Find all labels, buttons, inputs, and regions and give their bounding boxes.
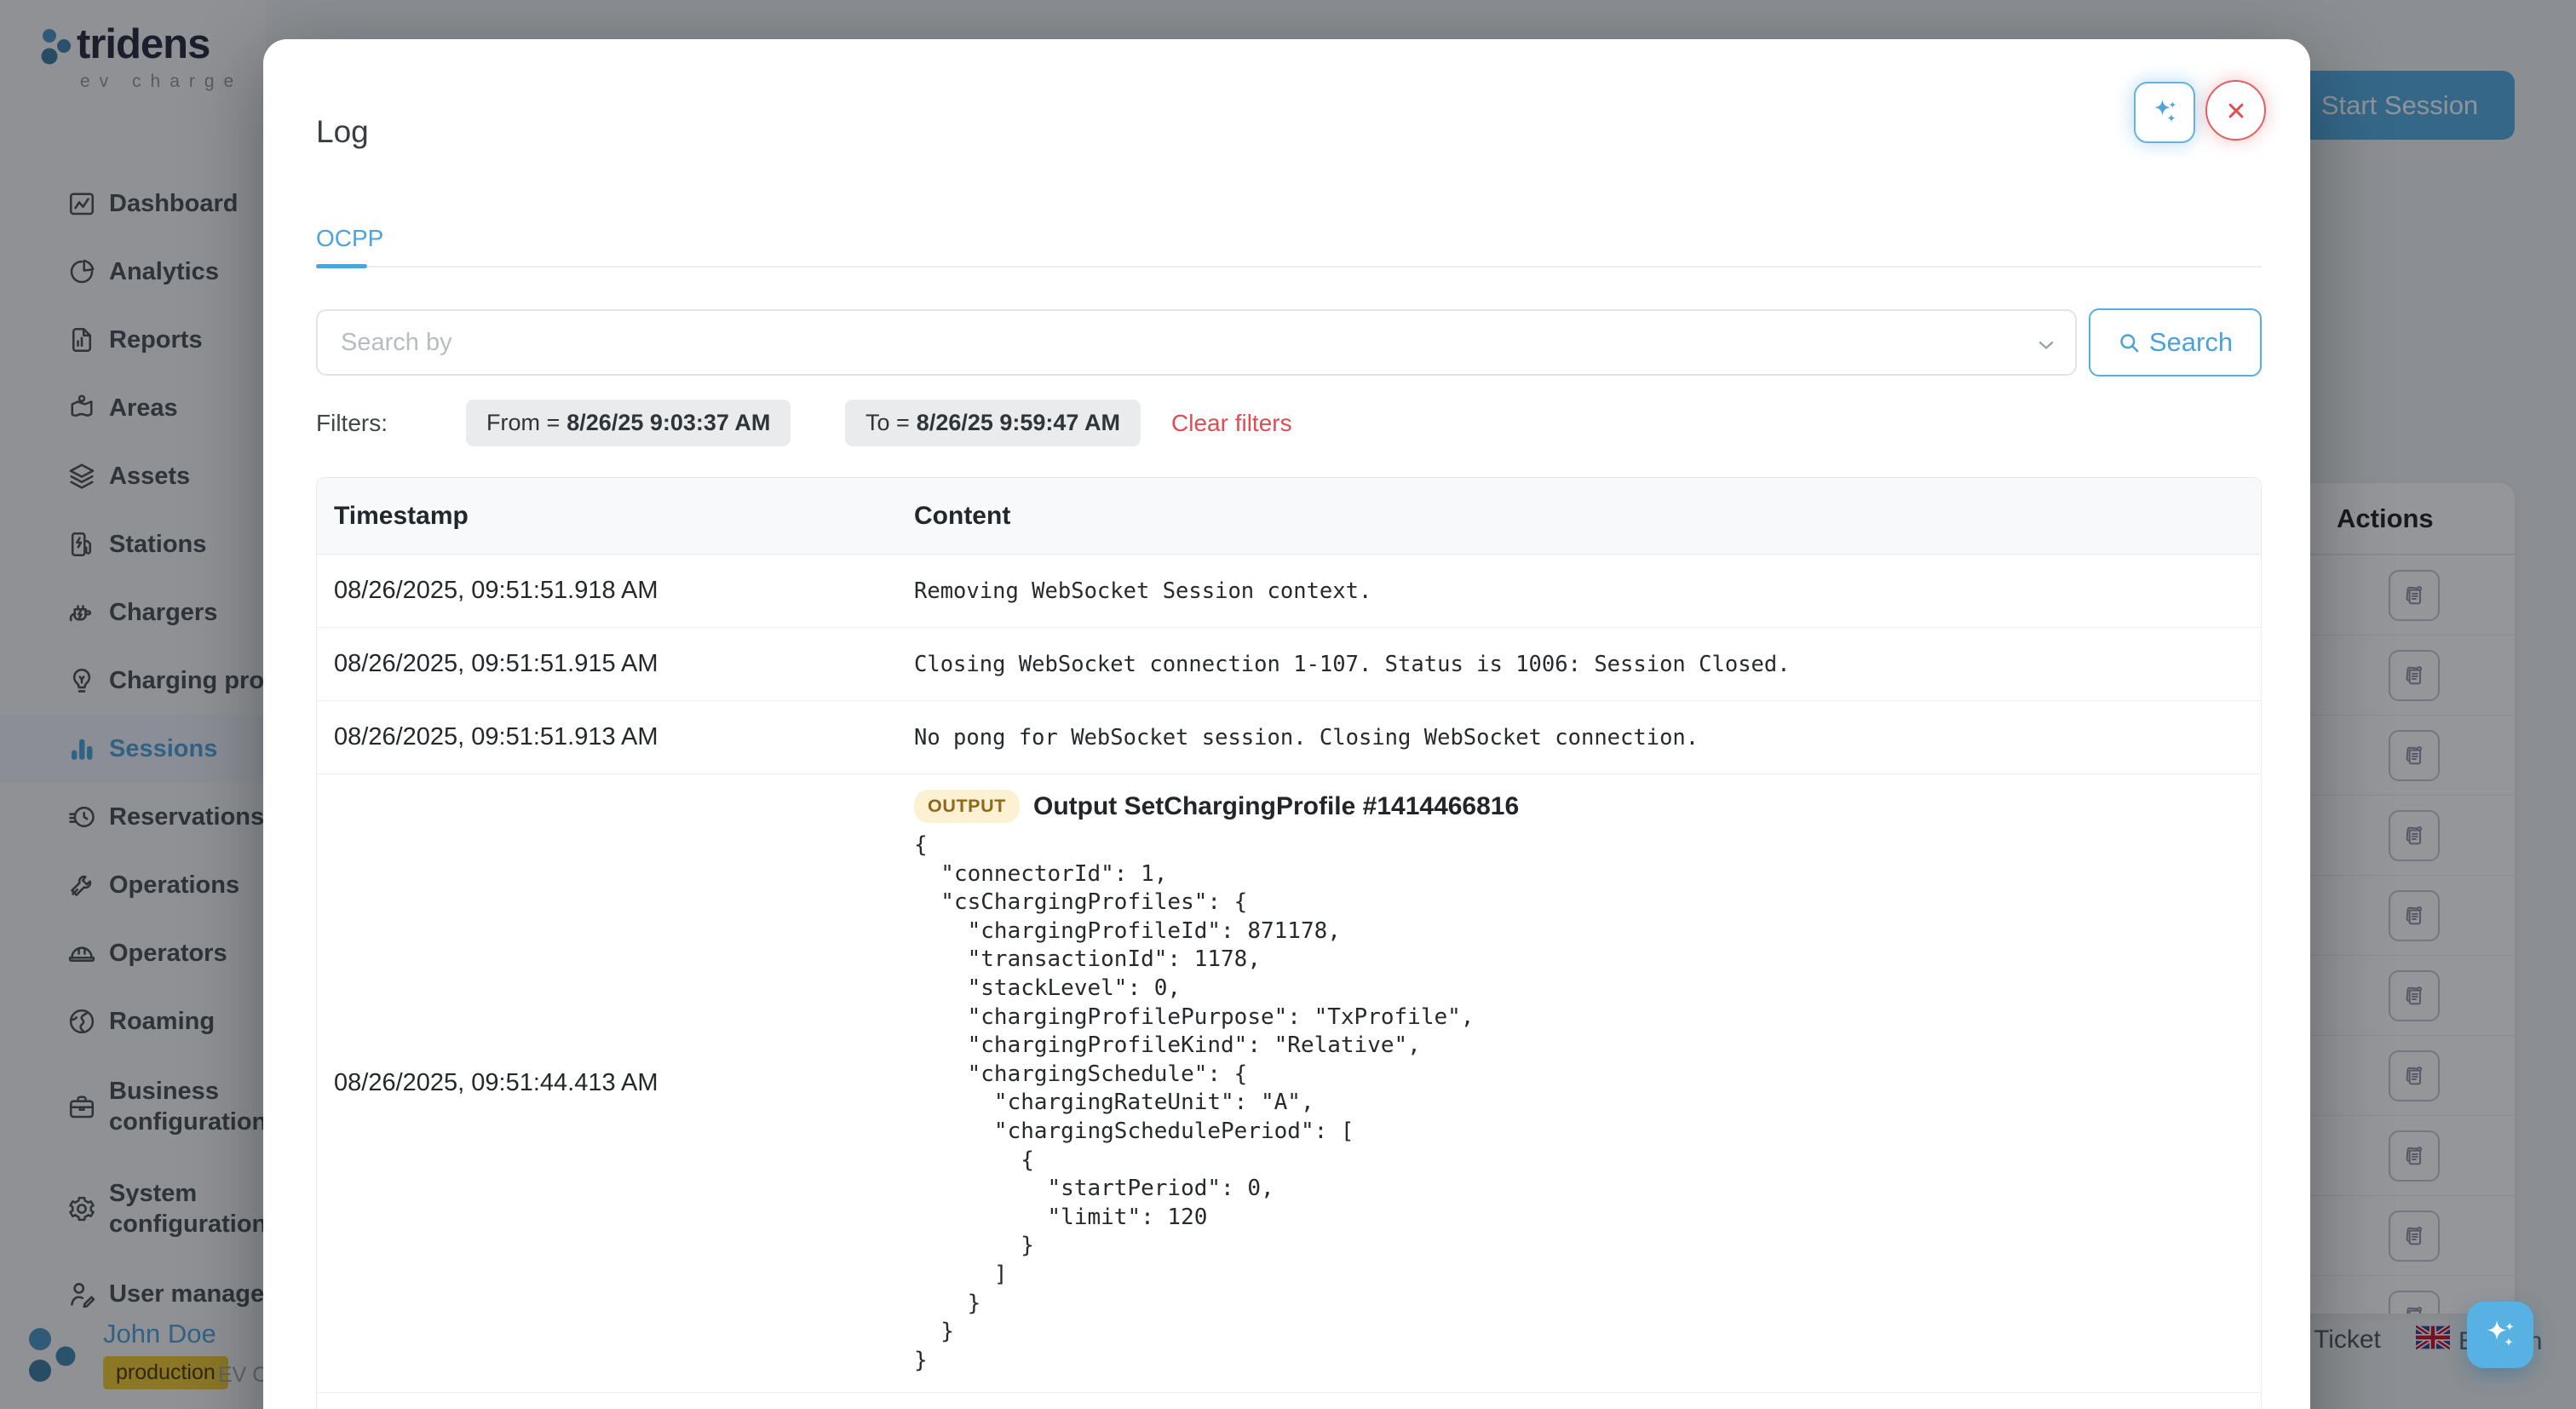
log-table-header: Timestamp Content xyxy=(317,478,2261,555)
search-button[interactable]: Search xyxy=(2089,308,2262,377)
log-modal: Log OCPP Search by Search Filter xyxy=(263,39,2310,1409)
close-icon xyxy=(2223,98,2249,124)
log-row[interactable]: 08/26/2025, 09:51:51.913 AM No pong for … xyxy=(317,701,2261,774)
column-timestamp: Timestamp xyxy=(317,502,914,531)
modal-title: Log xyxy=(316,114,369,150)
search-placeholder: Search by xyxy=(341,329,452,357)
log-table: Timestamp Content 08/26/2025, 09:51:51.9… xyxy=(316,477,2262,1409)
log-row[interactable]: 08/26/2025, 09:51:51.918 AM Removing Web… xyxy=(317,555,2261,628)
output-title: Output SetChargingProfile #1414466816 xyxy=(1033,792,1519,821)
sparkles-icon xyxy=(2481,1315,2520,1354)
filters-label: Filters: xyxy=(316,410,388,437)
search-input[interactable]: Search by xyxy=(316,309,2077,376)
close-modal-button[interactable] xyxy=(2205,80,2266,141)
screen: tridens ev charge DashboardAnalyticsRepo… xyxy=(0,0,2576,1409)
floating-assistant-button[interactable] xyxy=(2467,1302,2533,1368)
tab-ocpp[interactable]: OCPP xyxy=(316,225,383,252)
chevron-down-icon[interactable] xyxy=(2034,333,2058,357)
log-row-partial[interactable] xyxy=(317,1393,2261,1409)
filter-chip-to[interactable]: To =8/26/25 9:59:47 AM xyxy=(845,400,1141,446)
log-row-output[interactable]: 08/26/2025, 09:51:44.413 AM OUTPUT Outpu… xyxy=(317,774,2261,1393)
modal-tabs: OCPP xyxy=(316,201,2262,267)
output-badge: OUTPUT xyxy=(914,790,1020,823)
active-tab-indicator xyxy=(316,264,367,268)
clear-filters-link[interactable]: Clear filters xyxy=(1171,410,1292,437)
log-row[interactable]: 08/26/2025, 09:51:51.915 AM Closing WebS… xyxy=(317,628,2261,701)
search-icon xyxy=(2118,331,2141,354)
ai-assist-button[interactable] xyxy=(2134,82,2195,143)
column-content: Content xyxy=(914,502,2261,531)
sparkles-icon xyxy=(2148,95,2182,129)
output-json: { "connectorId": 1, "csChargingProfiles"… xyxy=(914,831,2261,1375)
filters-bar: Filters: From =8/26/25 9:03:37 AM To =8/… xyxy=(316,400,2262,446)
filter-chip-from[interactable]: From =8/26/25 9:03:37 AM xyxy=(466,400,791,446)
